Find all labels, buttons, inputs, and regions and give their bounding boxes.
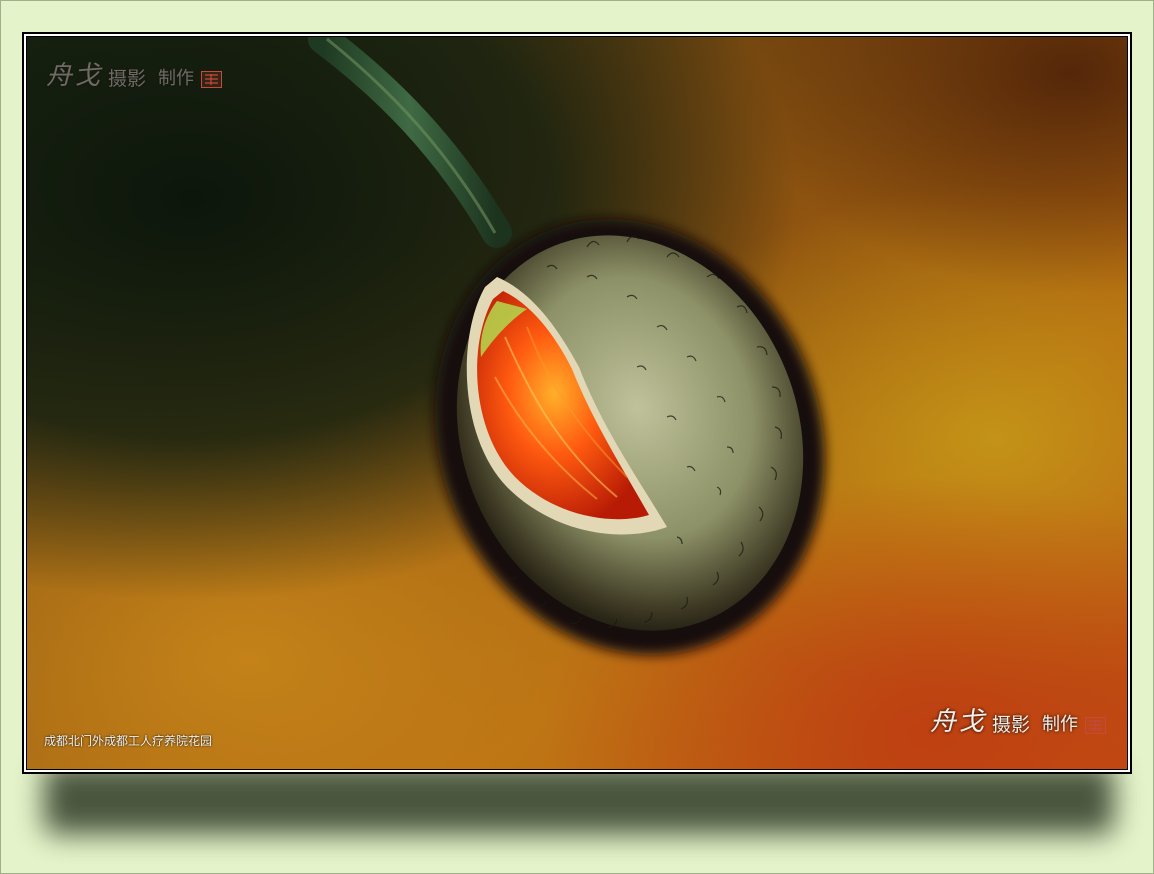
photo-frame: 成都北门外成都工人疗养院花园 xyxy=(22,32,1132,774)
red-seal-icon xyxy=(1085,717,1107,734)
signature-text: 舟戈 xyxy=(930,707,987,737)
poppy-bud-photo xyxy=(27,37,1127,769)
photo-caption: 成都北门外成都工人疗养院花园 xyxy=(44,734,213,748)
red-seal-icon xyxy=(201,71,223,88)
made-label: 制作 xyxy=(158,68,195,89)
photo-drop-shadow xyxy=(44,764,1114,834)
watermark-top-left: 舟戈 摄影 制作 xyxy=(46,61,223,91)
signature-text: 舟戈 xyxy=(46,61,103,91)
photo-label: 摄影 xyxy=(108,68,147,90)
made-label: 制作 xyxy=(1042,714,1079,735)
watermark-bottom-right: 舟戈 摄影 制作 xyxy=(930,707,1107,737)
photo-label: 摄影 xyxy=(992,714,1031,736)
